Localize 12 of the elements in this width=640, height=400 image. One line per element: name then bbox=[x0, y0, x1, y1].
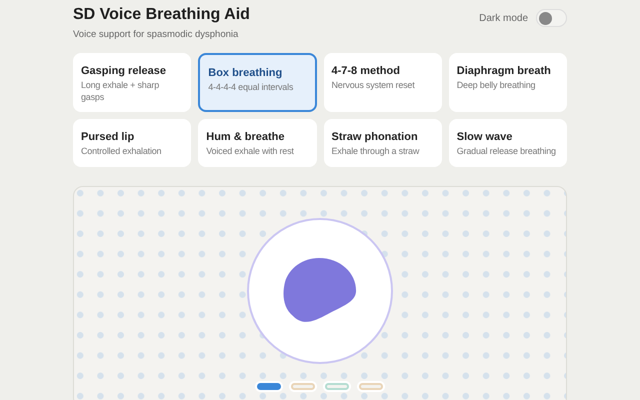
technique-card[interactable]: Diaphragm breath Deep belly breathing bbox=[448, 53, 567, 112]
technique-card[interactable]: Box breathing 4-4-4-4 equal intervals bbox=[198, 53, 316, 112]
app-title: SD Voice Breathing Aid bbox=[73, 5, 250, 25]
dark-mode-toggle[interactable] bbox=[536, 9, 567, 27]
technique-card[interactable]: Slow wave Gradual release breathing bbox=[448, 119, 567, 168]
technique-card[interactable]: Gasping release Long exhale + sharp gasps bbox=[73, 53, 192, 112]
technique-card[interactable]: Pursed lip Controlled exhalation bbox=[73, 119, 192, 168]
technique-card[interactable]: Hum & breathe Voiced exhale with rest bbox=[198, 119, 316, 168]
technique-card[interactable]: 4-7-8 method Nervous system reset bbox=[324, 53, 442, 112]
technique-card[interactable]: Straw phonation Exhale through a straw bbox=[324, 119, 442, 168]
app-subtitle: Voice support for spasmodic dysphonia bbox=[73, 28, 240, 42]
dark-mode-label: Dark mode bbox=[479, 12, 528, 26]
